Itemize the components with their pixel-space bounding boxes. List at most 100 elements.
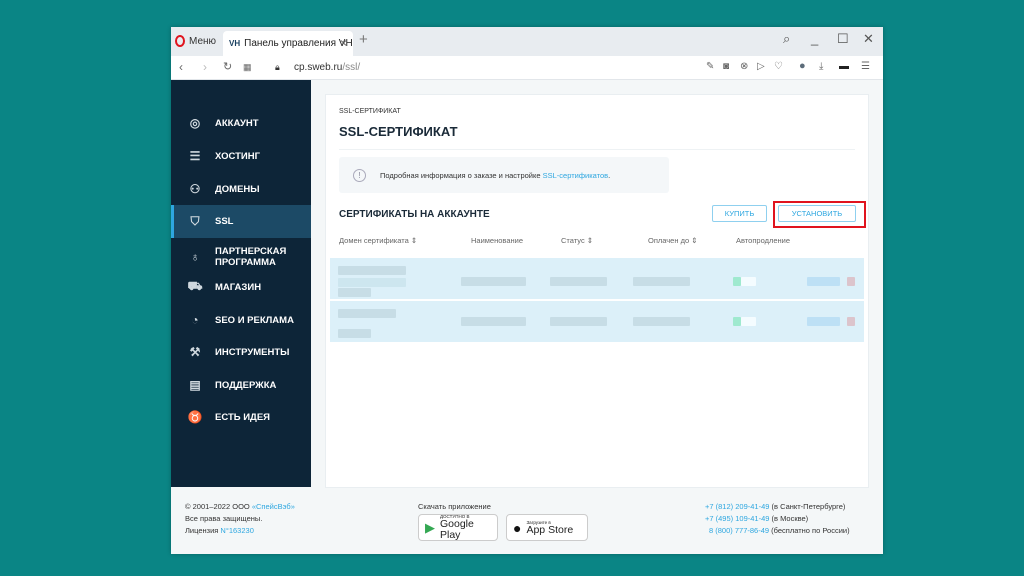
license-link[interactable]: N°163230 xyxy=(220,526,253,535)
easy-setup-icon[interactable]: ☰ xyxy=(861,61,870,72)
table-row[interactable] xyxy=(330,301,864,342)
favorites-heart-icon[interactable]: ♡ xyxy=(774,61,783,72)
obscured-action-link[interactable] xyxy=(807,277,840,286)
chat-icon: ▤ xyxy=(189,378,201,392)
site-favicon-icon: VH xyxy=(229,39,241,48)
app-store-button[interactable]: ● Загрузите в App Store xyxy=(506,514,588,541)
page-title: SSL-СЕРТИФИКАТ xyxy=(339,124,458,139)
lock-icon: 🔒︎ xyxy=(275,62,280,72)
address-bar: ‹ › ↻ ▦ 🔒︎ cp.sweb.ru/ssl/ ✎ ◙ ⊗ ▷ ♡ ● ⤓… xyxy=(171,56,883,80)
ssl-info-link[interactable]: SSL-сертификатов xyxy=(543,171,609,180)
section-title: СЕРТИФИКАТЫ НА АККАУНТЕ xyxy=(339,209,490,220)
browser-tab-active[interactable]: VH Панель управления VH × xyxy=(223,31,353,56)
exclamation-icon: ! xyxy=(353,168,366,182)
opera-logo-icon xyxy=(175,35,185,47)
info-text: Подробная информация о заказе и настройк… xyxy=(380,170,611,180)
sidebar-item-tools[interactable]: ⚒ ИНСТРУМЕНТЫ xyxy=(171,337,311,367)
obscured-action-link[interactable] xyxy=(807,317,840,326)
adblock-icon[interactable]: ⊗ xyxy=(740,61,748,72)
column-header-domain[interactable]: Домен сертификата ⇕ xyxy=(339,236,417,245)
sidebar-item-support[interactable]: ▤ ПОДДЕРЖКА xyxy=(171,370,311,400)
close-tab-icon[interactable]: × xyxy=(340,36,347,50)
info-box: ! Подробная информация о заказе и настро… xyxy=(339,157,669,193)
sidebar-item-label: ДОМЕНЫ xyxy=(215,183,260,195)
sidebar-item-seo[interactable]: ◔ SEO И РЕКЛАМА xyxy=(171,305,311,335)
sidebar-item-label: SSL xyxy=(215,216,234,227)
phone-free[interactable]: 8 (800) 777-86-49 xyxy=(709,526,769,535)
sidebar-item-label: SEO И РЕКЛАМА xyxy=(215,314,294,326)
sidebar-item-label: ЕСТЬ ИДЕЯ xyxy=(215,411,270,423)
tab-bar: Меню VH Панель управления VH × + ⌕ _ ☐ ✕ xyxy=(171,27,883,56)
download-icon[interactable]: ⤓ xyxy=(819,61,823,72)
sidebar-item-account[interactable]: ◎ АККАУНТ xyxy=(171,108,311,138)
sidebar-item-ssl[interactable]: ⛉ SSL xyxy=(171,205,311,238)
url-field[interactable]: cp.sweb.ru/ssl/ xyxy=(294,62,360,73)
money-bag-icon: ♁ xyxy=(190,250,200,264)
phone-list: +7 (812) 209-41-49 (в Санкт-Петербурге) … xyxy=(705,502,850,535)
opera-menu-button[interactable]: Меню xyxy=(175,35,216,47)
user-circle-icon: ◎ xyxy=(189,116,201,130)
toggle-track xyxy=(741,317,756,326)
server-icon: ☰ xyxy=(189,149,201,163)
column-header-status[interactable]: Статус ⇕ xyxy=(561,236,593,245)
window-close-icon[interactable]: ✕ xyxy=(863,31,874,47)
sidebar-item-label: ПОДДЕРЖКА xyxy=(215,379,277,391)
footer-copyright: © 2001–2022 ООО «СпейсВэб» Все права защ… xyxy=(185,502,295,535)
wrench-icon: ⚒ xyxy=(189,345,201,359)
sidebar-item-shop[interactable]: ⛟ МАГАЗИН xyxy=(171,272,311,302)
sidebar-item-label: МАГАЗИН xyxy=(215,281,262,293)
delete-icon[interactable] xyxy=(847,277,855,286)
seo-chart-icon: ◔ xyxy=(191,313,199,327)
apple-icon: ● xyxy=(513,519,522,536)
google-play-icon: ▶ xyxy=(425,519,435,535)
company-link[interactable]: «СпейсВэб» xyxy=(252,502,295,511)
sidebar-item-domains[interactable]: ⚇ ДОМЕНЫ xyxy=(171,174,311,204)
search-icon[interactable]: ⌕ xyxy=(783,31,790,47)
obscured-domain-sub xyxy=(338,329,371,338)
sidebar: ◎ АККАУНТ ☰ ХОСТИНГ ⚇ ДОМЕНЫ ⛉ SSL ♁ ПАР… xyxy=(171,80,311,487)
autorenew-toggle[interactable] xyxy=(733,317,741,326)
sidebar-item-idea[interactable]: ♉ ЕСТЬ ИДЕЯ xyxy=(171,402,311,432)
snapshot-edit-icon[interactable]: ✎ xyxy=(706,61,714,72)
sidebar-item-hosting[interactable]: ☰ ХОСТИНГ xyxy=(171,141,311,171)
profile-icon[interactable]: ● xyxy=(799,60,806,72)
divider xyxy=(339,149,855,150)
obscured-paid-until xyxy=(633,277,690,286)
send-icon[interactable]: ▷ xyxy=(757,61,765,72)
sitemap-icon: ⚇ xyxy=(189,182,201,196)
google-play-button[interactable]: ▶ ДОСТУПНО В Google Play xyxy=(418,514,498,541)
menu-label: Меню xyxy=(189,35,217,47)
shield-check-icon: ⛉ xyxy=(190,214,200,228)
obscured-domain xyxy=(338,309,396,318)
column-header-autorenew: Автопродление xyxy=(736,236,791,245)
battery-icon[interactable]: ▬ xyxy=(839,61,849,72)
new-tab-icon[interactable]: + xyxy=(359,31,368,48)
delete-icon[interactable] xyxy=(847,317,855,326)
maximize-icon[interactable]: ☐ xyxy=(837,31,849,47)
sidebar-item-partner[interactable]: ♁ ПАРТНЕРСКАЯ ПРОГРАММА xyxy=(171,240,311,274)
obscured-domain-sub xyxy=(338,278,406,287)
obscured-domain-sub xyxy=(338,288,371,297)
phone-spb[interactable]: +7 (812) 209-41-49 xyxy=(705,502,769,511)
back-icon[interactable]: ‹ xyxy=(179,60,183,74)
reload-icon[interactable]: ↻ xyxy=(223,60,232,73)
highlight-box xyxy=(773,201,866,228)
forward-icon[interactable]: › xyxy=(203,60,207,74)
buy-button[interactable]: КУПИТЬ xyxy=(712,205,767,222)
phone-msk[interactable]: +7 (495) 109-41-49 xyxy=(705,514,769,523)
table-row[interactable] xyxy=(330,258,864,299)
obscured-name xyxy=(461,277,526,286)
lightbulb-icon: ♉ xyxy=(187,410,203,424)
camera-icon[interactable]: ◙ xyxy=(723,61,729,72)
speed-dial-icon[interactable]: ▦ xyxy=(243,62,252,73)
sidebar-item-label: ХОСТИНГ xyxy=(215,150,260,162)
autorenew-toggle[interactable] xyxy=(733,277,741,286)
column-header-name: Наименование xyxy=(471,236,523,245)
minimize-icon[interactable]: _ xyxy=(811,31,818,46)
obscured-domain xyxy=(338,266,406,275)
tab-title: Панель управления VH xyxy=(244,38,353,49)
toggle-track xyxy=(741,277,756,286)
obscured-status xyxy=(550,317,607,326)
column-header-paid-until[interactable]: Оплачен до ⇕ xyxy=(648,236,698,245)
obscured-paid-until xyxy=(633,317,690,326)
